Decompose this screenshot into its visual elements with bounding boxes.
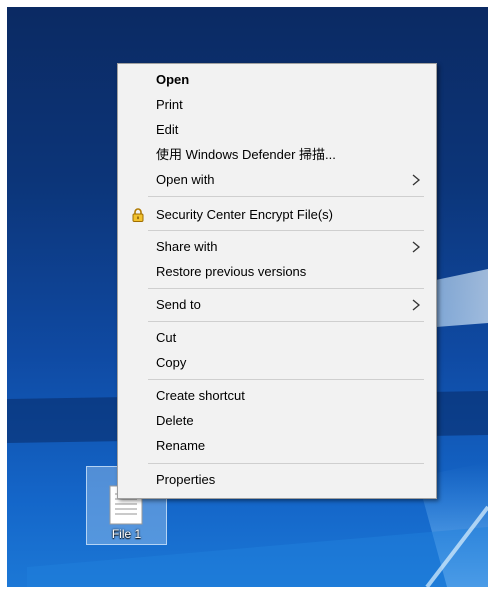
menu-item-restore-previous-versions[interactable]: Restore previous versions [118,260,436,284]
menu-separator [148,230,424,231]
menu-item-defender-scan[interactable]: 使用 Windows Defender 掃描... [118,143,436,167]
menu-separator [148,196,424,197]
menu-item-label: Send to [156,297,201,312]
menu-item-label: Open with [156,172,215,187]
menu-item-open[interactable]: Open [118,68,436,92]
menu-separator [148,379,424,380]
menu-item-share-with[interactable]: Share with [118,235,436,259]
menu-item-send-to[interactable]: Send to [118,293,436,317]
menu-item-label: Restore previous versions [156,264,307,279]
screenshot-frame: File 1 Open Print Edit 使用 Windows Defend… [0,0,495,594]
menu-item-print[interactable]: Print [118,93,436,117]
menu-separator [148,463,424,464]
menu-item-label: Rename [156,438,206,453]
menu-separator [148,288,424,289]
menu-item-label: Copy [156,355,187,370]
menu-separator [148,321,424,322]
menu-item-label: Share with [156,239,218,254]
chevron-right-icon [412,241,421,253]
menu-item-label: 使用 Windows Defender 掃描... [156,147,336,162]
menu-item-label: Create shortcut [156,388,245,403]
menu-item-properties[interactable]: Properties [118,468,436,492]
chevron-right-icon [412,174,421,186]
desktop-file-label: File 1 [111,527,142,541]
menu-item-label: Properties [156,472,216,487]
menu-item-label: Security Center Encrypt File(s) [156,207,333,222]
menu-item-delete[interactable]: Delete [118,409,436,433]
menu-item-label: Edit [156,122,179,137]
menu-item-copy[interactable]: Copy [118,351,436,375]
menu-item-label: Print [156,97,183,112]
menu-item-open-with[interactable]: Open with [118,168,436,192]
menu-item-create-shortcut[interactable]: Create shortcut [118,384,436,408]
menu-item-edit[interactable]: Edit [118,118,436,142]
chevron-right-icon [412,299,421,311]
menu-item-security-center-encrypt[interactable]: Security Center Encrypt File(s) [118,203,436,227]
lock-icon [132,208,144,222]
menu-item-label: Open [156,72,190,87]
menu-item-rename[interactable]: Rename [118,434,436,458]
menu-item-cut[interactable]: Cut [118,326,436,350]
menu-item-label: Delete [156,413,194,428]
desktop[interactable]: File 1 Open Print Edit 使用 Windows Defend… [7,7,488,587]
context-menu: Open Print Edit 使用 Windows Defender 掃描..… [117,63,437,499]
menu-item-label: Cut [156,330,177,345]
